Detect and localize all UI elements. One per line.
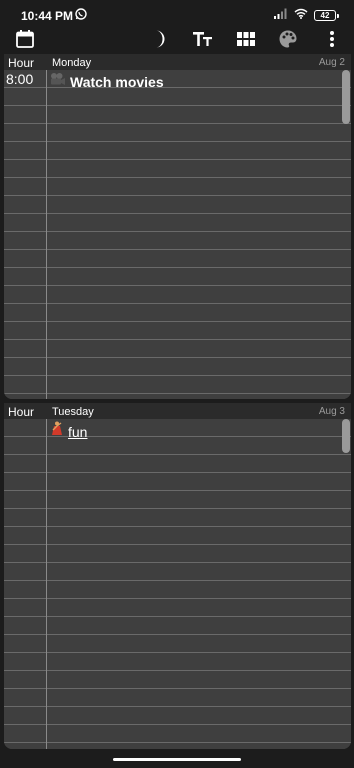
battery-indicator: 42 <box>314 9 339 21</box>
scrollbar[interactable] <box>342 70 350 124</box>
palette-icon[interactable] <box>277 26 299 52</box>
dancer-icon <box>50 421 64 442</box>
event-time: 8:00 <box>6 71 34 87</box>
day-panel-monday: Hour Monday Aug 2 8:00 Watch movies <box>4 54 351 399</box>
moon-icon[interactable] <box>148 26 170 52</box>
day-date: Aug 2 <box>318 57 345 68</box>
hour-column-header: Hour <box>8 405 35 419</box>
status-icons: 42 <box>274 8 339 22</box>
film-camera-icon <box>50 72 66 91</box>
day-date: Aug 3 <box>318 406 345 417</box>
event-title: Watch movies <box>70 73 164 90</box>
day-header: Hour Tuesday Aug 3 <box>4 403 351 419</box>
more-vert-icon[interactable] <box>322 26 342 52</box>
hour-divider <box>46 70 47 399</box>
event-item[interactable]: Watch movies <box>50 72 164 91</box>
signal-icon <box>274 8 288 22</box>
wifi-icon <box>294 8 308 22</box>
calendar-icon[interactable] <box>14 26 36 52</box>
whatsapp-icon <box>75 8 87 20</box>
day-panel-tuesday: Hour Tuesday Aug 3 fun <box>4 403 351 749</box>
toolbar <box>0 26 354 52</box>
day-name: Tuesday <box>52 406 94 418</box>
scrollbar[interactable] <box>342 419 350 453</box>
text-size-icon[interactable] <box>191 26 215 52</box>
hour-grid[interactable] <box>4 419 351 749</box>
hour-column-header: Hour <box>8 56 35 70</box>
hour-divider <box>46 419 47 749</box>
status-time: 10:44 PM <box>21 9 74 23</box>
hour-grid[interactable] <box>4 70 351 399</box>
day-name: Monday <box>52 57 92 69</box>
event-title: fun <box>68 423 88 440</box>
event-item[interactable]: fun <box>50 421 87 442</box>
grid-icon[interactable] <box>235 26 257 52</box>
home-indicator[interactable] <box>113 758 241 761</box>
day-header: Hour Monday Aug 2 <box>4 54 351 70</box>
